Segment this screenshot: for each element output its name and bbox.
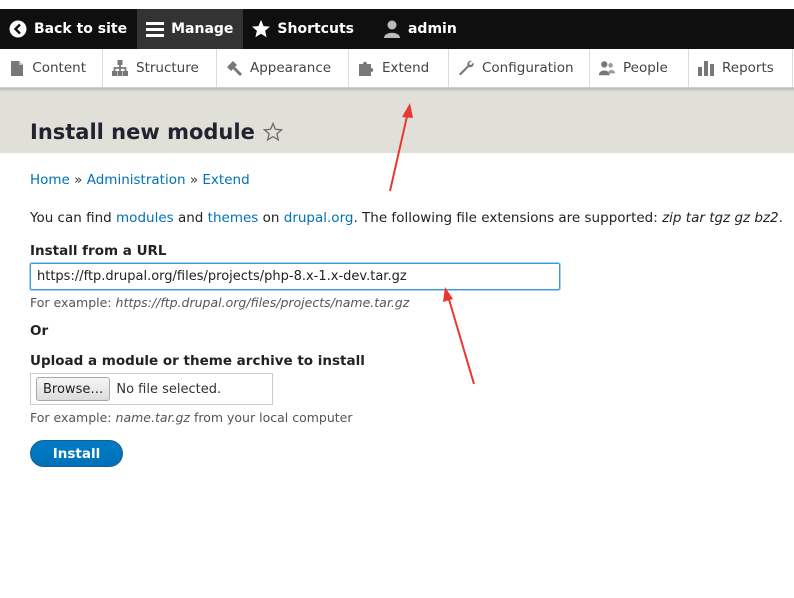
- tray-item-configuration[interactable]: Configuration: [449, 49, 590, 87]
- file-status: No file selected.: [116, 381, 222, 397]
- breadcrumb-extend[interactable]: Extend: [202, 172, 249, 188]
- upload-desc-prefix: For example:: [30, 410, 112, 425]
- breadcrumb-administration[interactable]: Administration: [87, 172, 186, 188]
- puzzle-icon: [357, 59, 375, 77]
- tray-item-content[interactable]: Content: [0, 49, 103, 87]
- document-icon: [8, 59, 25, 77]
- admin-tray: Content Structure Appearance Extend Conf…: [0, 49, 794, 88]
- or-label: Or: [30, 323, 49, 339]
- drupal-org-link[interactable]: drupal.org: [284, 210, 354, 226]
- tray-item-appearance[interactable]: Appearance: [217, 49, 349, 87]
- breadcrumb: Home » Administration » Extend: [30, 172, 250, 188]
- star-icon: [251, 19, 271, 39]
- file-upload-input: Browse… No file selected.: [30, 373, 273, 405]
- tray-label-configuration: Configuration: [482, 60, 574, 76]
- browser-top-strip: [0, 0, 794, 9]
- toolbar-shortcuts[interactable]: Shortcuts: [243, 9, 364, 49]
- breadcrumb-separator: »: [189, 172, 199, 188]
- page-title-wrap: Install new module: [30, 120, 283, 144]
- themes-link[interactable]: themes: [208, 210, 259, 226]
- supported-extensions: zip tar tgz gz bz2: [662, 210, 779, 226]
- back-arrow-icon: [8, 19, 28, 39]
- url-field-label: Install from a URL: [30, 243, 167, 259]
- tray-label-appearance: Appearance: [250, 60, 332, 76]
- tray-item-reports[interactable]: Reports: [689, 49, 793, 87]
- star-outline-icon[interactable]: [262, 122, 283, 142]
- url-desc-prefix: For example:: [30, 295, 112, 310]
- install-url-input[interactable]: [30, 263, 560, 290]
- toolbar-shortcuts-label: Shortcuts: [277, 21, 354, 37]
- toolbar-user[interactable]: admin: [364, 9, 467, 49]
- upload-field-label: Upload a module or theme archive to inst…: [30, 353, 365, 369]
- bar-chart-icon: [697, 59, 715, 77]
- intro-prefix: You can find: [30, 210, 112, 226]
- admin-toolbar: Back to site Manage Shortcuts admin: [0, 9, 794, 49]
- tray-item-people[interactable]: People: [590, 49, 689, 87]
- tray-label-structure: Structure: [136, 60, 199, 76]
- toolbar-manage[interactable]: Manage: [137, 9, 244, 49]
- tray-item-structure[interactable]: Structure: [103, 49, 217, 87]
- structure-icon: [111, 59, 129, 77]
- paint-icon: [225, 59, 243, 77]
- intro-suffix: . The following file extensions are supp…: [353, 210, 658, 226]
- people-icon: [598, 59, 616, 77]
- toolbar-user-label: admin: [407, 21, 457, 37]
- upload-desc-example: name.tar.gz: [115, 410, 190, 425]
- url-desc-example: https://ftp.drupal.org/files/projects/na…: [115, 295, 410, 310]
- url-field-description: For example: https://ftp.drupal.org/file…: [30, 295, 409, 310]
- install-button[interactable]: Install: [30, 440, 123, 467]
- page-title: Install new module: [30, 120, 255, 144]
- breadcrumb-separator: »: [74, 172, 83, 188]
- toolbar-back-label: Back to site: [34, 21, 128, 37]
- wrench-icon: [457, 59, 475, 77]
- intro-end: .: [778, 210, 783, 226]
- tray-label-reports: Reports: [722, 60, 774, 76]
- modules-link[interactable]: modules: [116, 210, 174, 226]
- tray-label-content: Content: [32, 60, 86, 76]
- upload-desc-suffix: from your local computer: [193, 410, 353, 425]
- toolbar-manage-label: Manage: [171, 21, 234, 37]
- upload-field-description: For example: name.tar.gz from your local…: [30, 410, 352, 425]
- hamburger-menu-icon: [145, 19, 165, 39]
- tray-label-people: People: [623, 60, 668, 76]
- toolbar-back-to-site[interactable]: Back to site: [0, 9, 137, 49]
- tray-label-extend: Extend: [382, 60, 430, 76]
- intro-and: and: [177, 210, 204, 226]
- tray-item-extend[interactable]: Extend: [349, 49, 449, 87]
- intro-on: on: [262, 210, 280, 226]
- browse-button[interactable]: Browse…: [36, 377, 111, 401]
- breadcrumb-home[interactable]: Home: [30, 172, 70, 188]
- user-icon: [382, 19, 402, 39]
- annotation-arrow-url: [443, 287, 475, 385]
- intro-text: You can find modules and themes on drupa…: [30, 210, 783, 226]
